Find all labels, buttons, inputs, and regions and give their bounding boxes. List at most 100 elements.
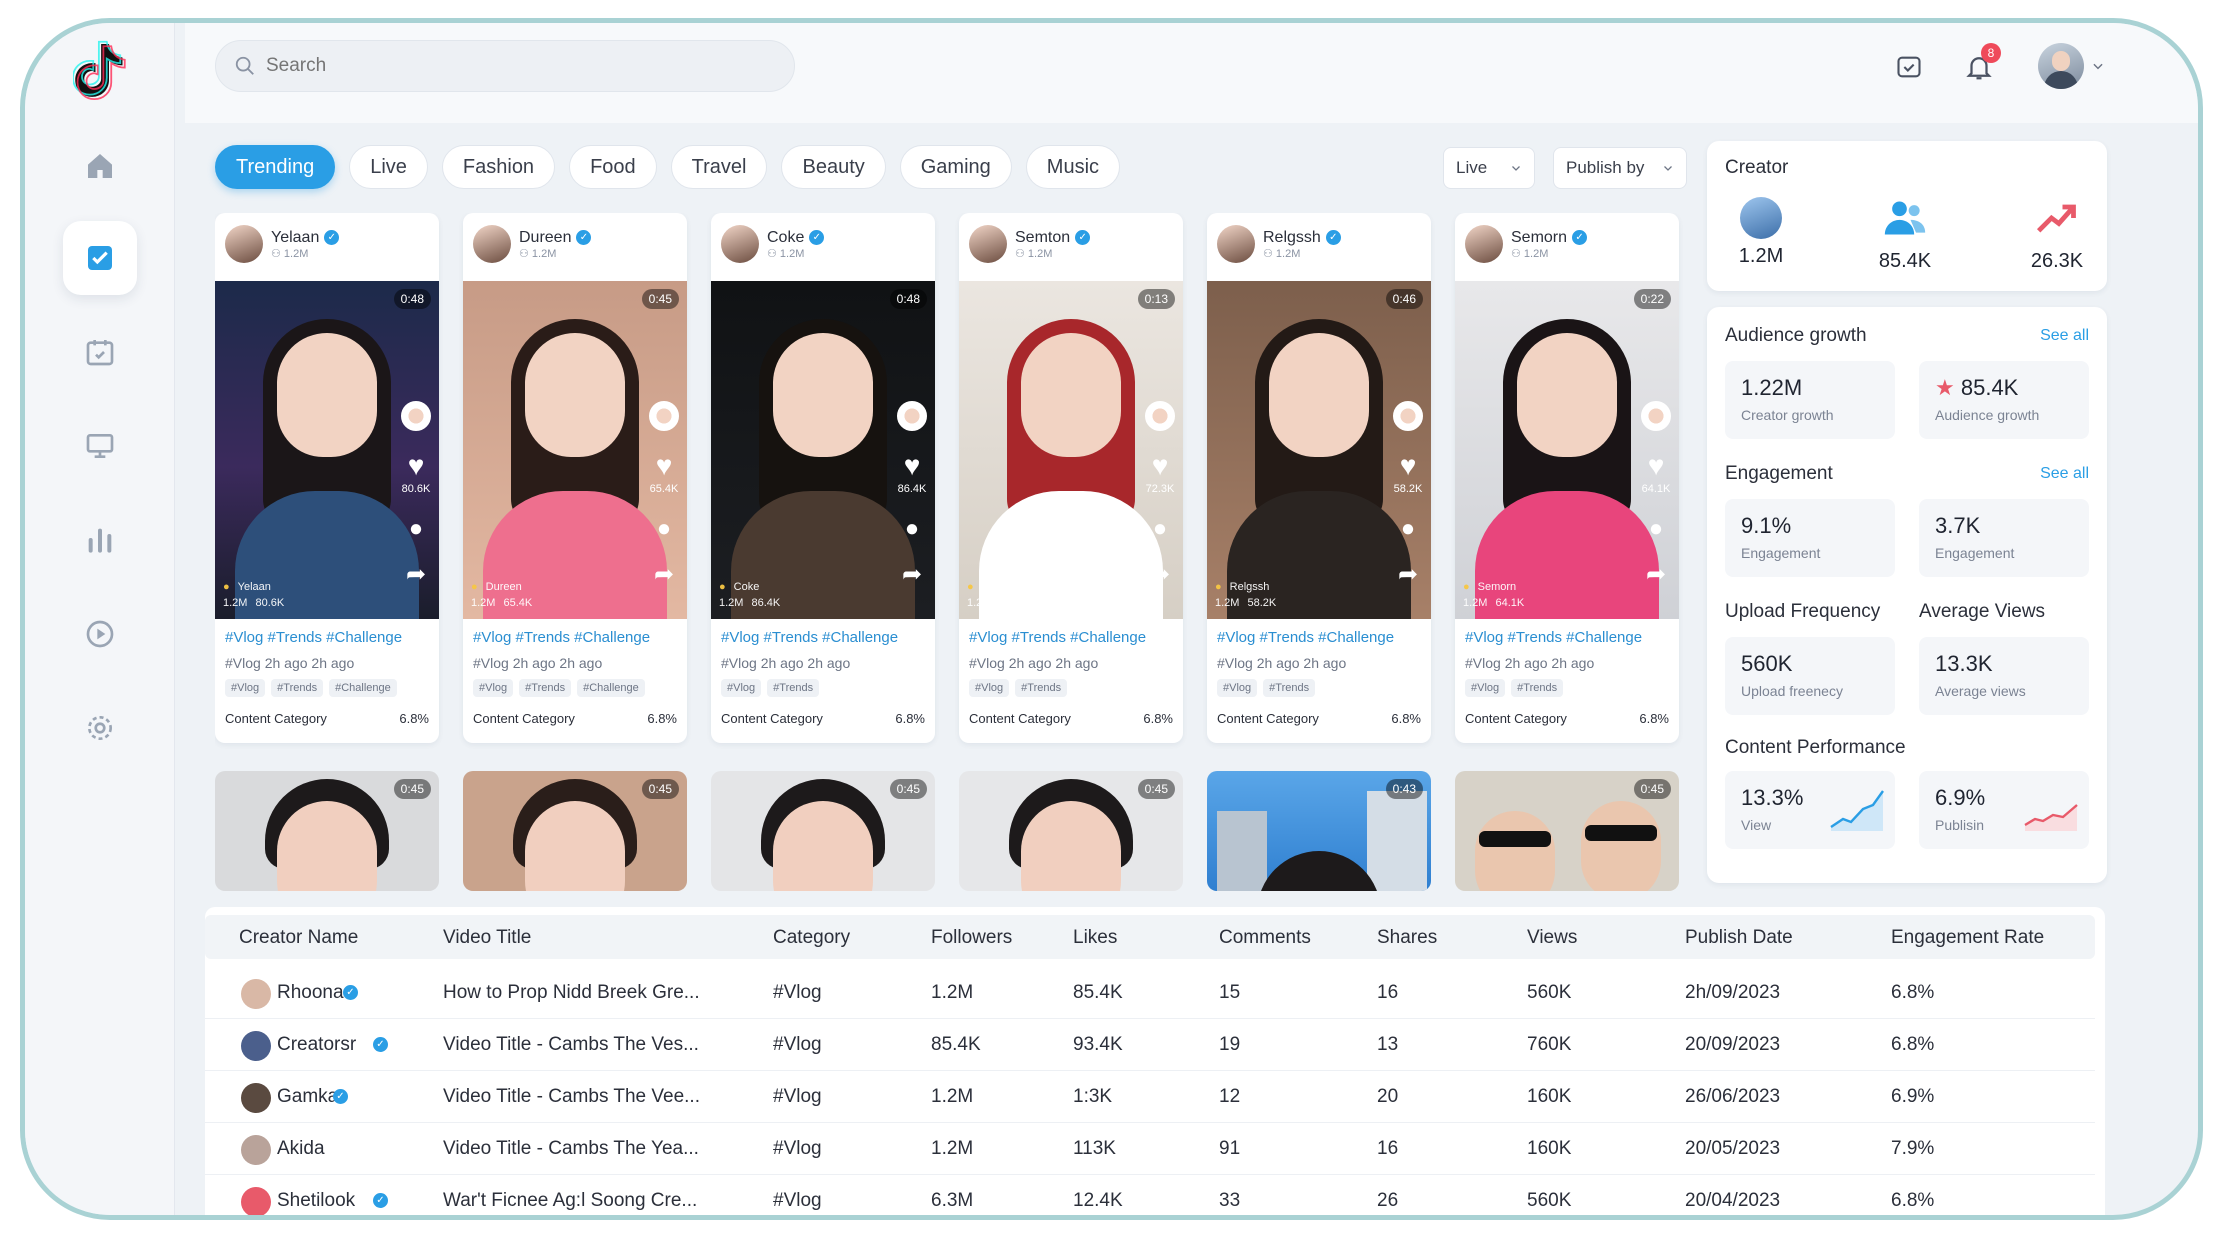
table-row[interactable]: Shetilook War't Ficnee Ag:l Soong Cre... #… (205, 1175, 2095, 1215)
video-author[interactable]: Relgssh ✓ ⚇ 1.2M (1217, 225, 1341, 263)
chip-food[interactable]: Food (569, 145, 657, 189)
hashtag-chip[interactable]: #Vlog (969, 679, 1010, 697)
heart-icon[interactable]: ♥ (904, 452, 921, 480)
creator-avatar-icon[interactable] (1145, 401, 1175, 431)
comment-icon[interactable]: ● (1649, 517, 1664, 541)
video-card[interactable]: Dureen ✓ ⚇ 1.2M 0:45 ♥ 65.4K ● ➦ ● Dureen … (463, 213, 687, 743)
chip-beauty[interactable]: Beauty (781, 145, 886, 189)
video-card-preview[interactable]: 0:45 (711, 771, 935, 891)
chip-travel[interactable]: Travel (670, 145, 768, 189)
heart-icon[interactable]: ♥ (1648, 452, 1665, 480)
inbox-check-icon[interactable] (1891, 49, 1927, 85)
hashtag-chip[interactable]: #Trends (1015, 679, 1068, 697)
col-video-title[interactable]: Video Title (443, 927, 531, 949)
hashtag-chip[interactable]: #Challenge (329, 679, 397, 697)
video-hashtags[interactable]: #Vlog #Trends #Challenge (1465, 629, 1642, 646)
monitor-icon[interactable] (63, 409, 137, 483)
table-row[interactable]: Gamka Video Title - Cambs The Vee... #Vlog… (205, 1071, 2095, 1123)
table-row[interactable]: Creatorsr Video Title - Cambs The Ves... #… (205, 1019, 2095, 1071)
video-hashtags[interactable]: #Vlog #Trends #Challenge (721, 629, 898, 646)
hashtag-chip[interactable]: #Trends (767, 679, 820, 697)
video-card-preview[interactable]: 0:45 (215, 771, 439, 891)
col-comments[interactable]: Comments (1219, 927, 1311, 949)
hashtag-chip[interactable]: #Vlog (473, 679, 514, 697)
video-thumbnail[interactable]: 0:45 ♥ 65.4K ● ➦ ● Dureen 1.2M 65.4K (463, 281, 687, 619)
creator-avatar-icon[interactable] (897, 401, 927, 431)
chip-trending[interactable]: Trending (215, 145, 336, 189)
table-row[interactable]: Akida Video Title - Cambs The Yea... #Vlog… (205, 1123, 2095, 1175)
chip-gaming[interactable]: Gaming (899, 145, 1012, 189)
hashtag-chip[interactable]: #Trends (1511, 679, 1564, 697)
engagement-see-all-link[interactable]: See all (2040, 465, 2089, 483)
video-card-preview[interactable]: 0:45 (959, 771, 1183, 891)
video-author[interactable]: Yelaan ✓ ⚇ 1.2M (225, 225, 340, 263)
col-category[interactable]: Category (773, 927, 850, 949)
video-thumbnail[interactable]: 0:46 ♥ 58.2K ● ➦ ● Relgssh 1.2M 58.2K (1207, 281, 1431, 619)
col-likes[interactable]: Likes (1073, 927, 1117, 949)
video-hashtags[interactable]: #Vlog #Trends #Challenge (1217, 629, 1394, 646)
video-thumbnail[interactable]: 0:48 ♥ 86.4K ● ➦ ● Coke 1.2M 86.4K (711, 281, 935, 619)
comment-icon[interactable]: ● (1153, 517, 1168, 541)
col-followers[interactable]: Followers (931, 927, 1012, 949)
video-hashtags[interactable]: #Vlog #Trends #Challenge (225, 629, 402, 646)
video-thumbnail[interactable]: 0:13 ♥ 72.3K ● ➦ ● Semton 1.2M 72.3K (959, 281, 1183, 619)
live-select[interactable]: Live (1443, 147, 1535, 189)
comment-icon[interactable]: ● (1401, 517, 1416, 541)
video-author[interactable]: Semorn ✓ ⚇ 1.2M (1465, 225, 1588, 263)
chip-music[interactable]: Music (1025, 145, 1121, 189)
video-card[interactable]: Semton ✓ ⚇ 1.2M 0:13 ♥ 72.3K ● ➦ ● Semton … (959, 213, 1183, 743)
creator-avatar-icon[interactable] (1393, 401, 1423, 431)
tiktok-logo-icon[interactable] (72, 39, 127, 103)
hashtag-chip[interactable]: #Vlog (225, 679, 266, 697)
hashtag-chip[interactable]: #Challenge (577, 679, 645, 697)
heart-icon[interactable]: ♥ (1152, 452, 1169, 480)
settings-gear-icon[interactable] (63, 691, 137, 765)
creator-avatar-icon[interactable] (649, 401, 679, 431)
calendar-icon[interactable] (63, 315, 137, 389)
video-author[interactable]: Semton ✓ ⚇ 1.2M (969, 225, 1091, 263)
hashtag-chip[interactable]: #Vlog (1465, 679, 1506, 697)
video-author[interactable]: Dureen ✓ ⚇ 1.2M (473, 225, 592, 263)
video-thumbnail[interactable]: 0:22 ♥ 64.1K ● ➦ ● Semorn 1.2M 64.1K (1455, 281, 1679, 619)
creator-avatar-icon[interactable] (401, 401, 431, 431)
col-engagement-rate[interactable]: Engagement Rate (1891, 927, 2044, 949)
tasks-icon[interactable] (63, 221, 137, 295)
video-card[interactable]: Relgssh ✓ ⚇ 1.2M 0:46 ♥ 58.2K ● ➦ ● Relgss… (1207, 213, 1431, 743)
video-card-preview[interactable]: 0:45 (1455, 771, 1679, 891)
user-avatar[interactable] (2038, 43, 2084, 89)
notification-bell-icon[interactable]: 8 (1961, 43, 2001, 85)
comment-icon[interactable]: ● (905, 517, 920, 541)
video-author[interactable]: Coke ✓ ⚇ 1.2M (721, 225, 825, 263)
analytics-icon[interactable] (63, 503, 137, 577)
comment-icon[interactable]: ● (409, 517, 424, 541)
table-row[interactable]: Rhoona How to Prop Nidd Breek Gre... #Vlog… (205, 967, 2095, 1019)
video-card-preview[interactable]: 0:45 (463, 771, 687, 891)
video-card[interactable]: Coke ✓ ⚇ 1.2M 0:48 ♥ 86.4K ● ➦ ● Coke 1.2M… (711, 213, 935, 743)
hashtag-chip[interactable]: #Vlog (721, 679, 762, 697)
creator-avatar-icon[interactable] (1641, 401, 1671, 431)
col-views[interactable]: Views (1527, 927, 1577, 949)
chevron-down-icon[interactable] (2091, 59, 2105, 73)
heart-icon[interactable]: ♥ (408, 452, 425, 480)
publish-by-select[interactable]: Publish by (1553, 147, 1687, 189)
search-bar[interactable] (215, 40, 795, 92)
video-card-preview[interactable]: 0:43 (1207, 771, 1431, 891)
heart-icon[interactable]: ♥ (656, 452, 673, 480)
comment-icon[interactable]: ● (657, 517, 672, 541)
video-card[interactable]: Semorn ✓ ⚇ 1.2M 0:22 ♥ 64.1K ● ➦ ● Semorn … (1455, 213, 1679, 743)
hashtag-chip[interactable]: #Trends (519, 679, 572, 697)
hashtag-chip[interactable]: #Trends (1263, 679, 1316, 697)
play-icon[interactable] (63, 597, 137, 671)
video-card[interactable]: Yelaan ✓ ⚇ 1.2M 0:48 ♥ 80.6K ● ➦ ● Yelaan … (215, 213, 439, 743)
home-icon[interactable] (63, 129, 137, 203)
chip-fashion[interactable]: Fashion (441, 145, 556, 189)
search-input[interactable] (266, 55, 766, 77)
video-thumbnail[interactable]: 0:48 ♥ 80.6K ● ➦ ● Yelaan 1.2M 80.6K (215, 281, 439, 619)
audience-see-all-link[interactable]: See all (2040, 327, 2089, 345)
hashtag-chip[interactable]: #Trends (271, 679, 324, 697)
col-creator-name[interactable]: Creator Name (239, 927, 358, 949)
col-publish-date[interactable]: Publish Date (1685, 927, 1793, 949)
heart-icon[interactable]: ♥ (1400, 452, 1417, 480)
hashtag-chip[interactable]: #Vlog (1217, 679, 1258, 697)
chip-live[interactable]: Live (349, 145, 428, 189)
